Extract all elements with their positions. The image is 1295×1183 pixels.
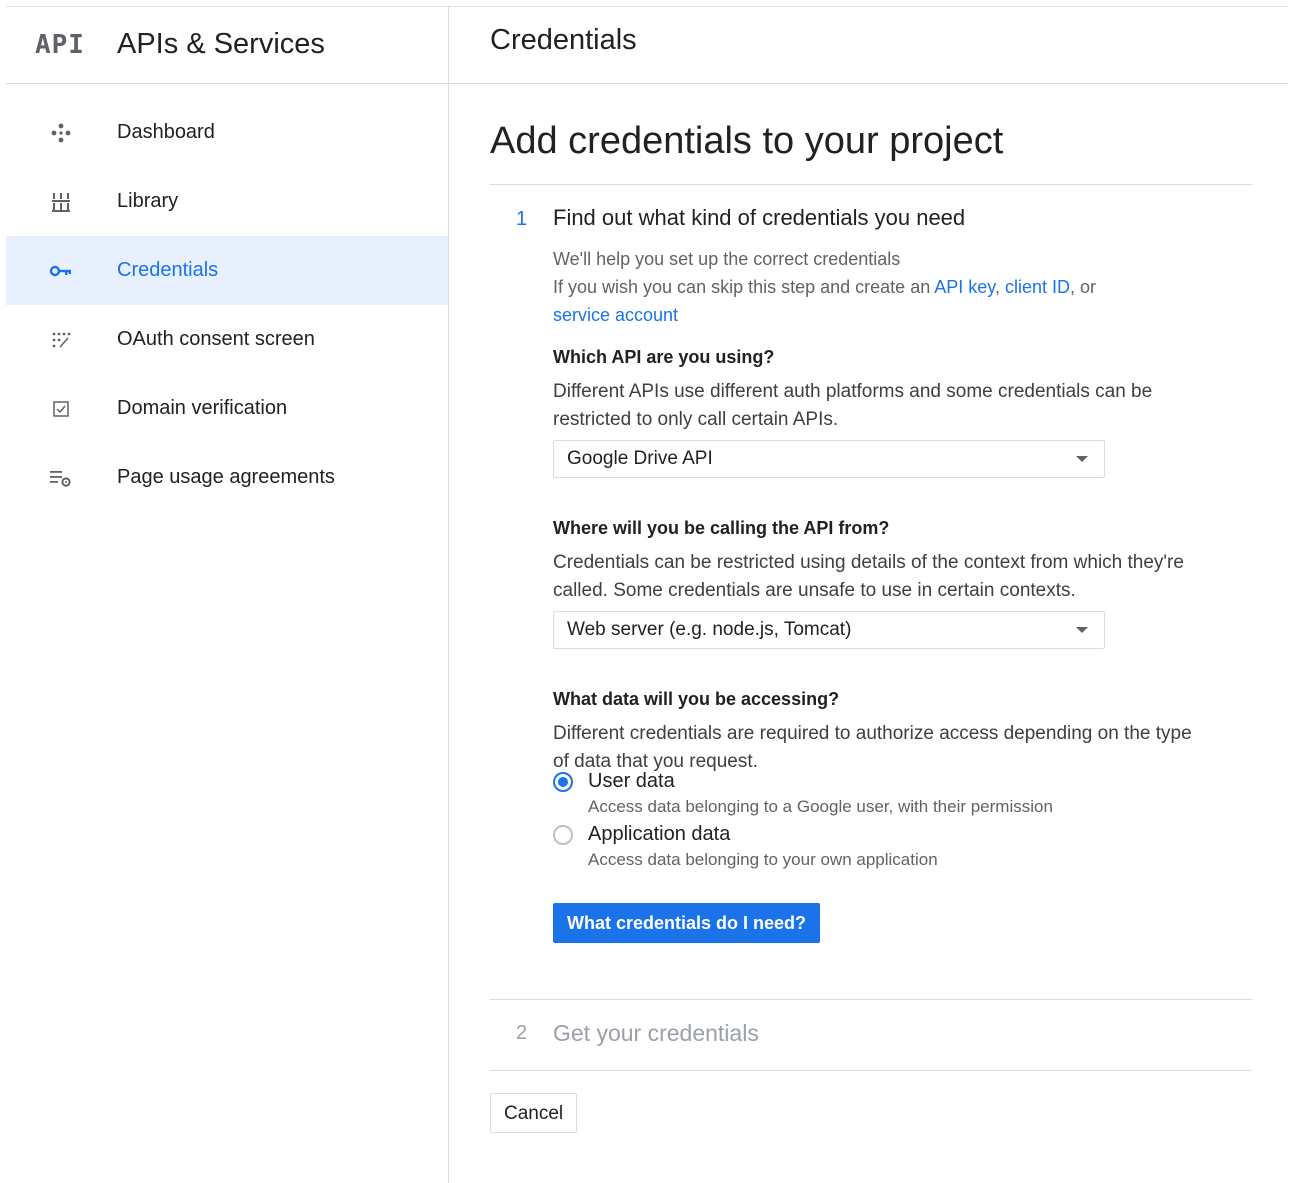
sidebar: API APIs & Services Dashboard Library Cr…	[6, 6, 449, 1183]
page-header-title: Credentials	[490, 24, 637, 56]
sidebar-item-label: Domain verification	[117, 397, 288, 419]
question-data-description: Different credentials are required to au…	[553, 723, 1192, 772]
step-body: We'll help you set up the correct creden…	[553, 245, 1193, 943]
step-2: 2 Get your credentials	[490, 1000, 1252, 1070]
step-title: Find out what kind of credentials you ne…	[553, 205, 966, 230]
radio-description: Access data belonging to a Google user, …	[588, 797, 1053, 816]
radio-application-data[interactable]: Application data	[553, 823, 1193, 846]
intro-text: If you wish you can skip this step and c…	[553, 277, 931, 297]
sidebar-item-library[interactable]: Library	[6, 167, 448, 236]
sidebar-item-label: Dashboard	[117, 121, 215, 143]
question-api: Which API are you using?	[553, 347, 775, 367]
sidebar-item-label: Credentials	[117, 259, 219, 281]
client-id-link[interactable]: client ID	[1005, 277, 1070, 297]
service-account-link[interactable]: service account	[553, 305, 678, 325]
platform-select-value: Web server (e.g. node.js, Tomcat)	[567, 619, 852, 640]
sidebar-title: APIs & Services	[117, 28, 325, 60]
question-api-description: Different APIs use different auth platfo…	[553, 381, 1153, 430]
cancel-button[interactable]: Cancel	[490, 1093, 578, 1133]
intro-or: , or	[1070, 277, 1097, 297]
sidebar-item-label: Library	[117, 190, 179, 212]
sidebar-header: API APIs & Services	[6, 6, 448, 84]
step-1: 1 Find out what kind of credentials you …	[490, 185, 1252, 943]
consent-icon	[49, 328, 73, 352]
library-icon	[49, 190, 73, 214]
sidebar-item-page-usage[interactable]: Page usage agreements	[6, 443, 448, 512]
dropdown-arrow-icon	[1076, 627, 1088, 633]
dropdown-arrow-icon	[1076, 456, 1088, 462]
page-title: Add credentials to your project	[490, 120, 1004, 162]
question-data: What data will you be accessing?	[553, 689, 840, 709]
sidebar-nav: Dashboard Library Credentials OAuth cons…	[6, 98, 448, 512]
sidebar-item-label: Page usage agreements	[117, 466, 335, 488]
data-type-radio-group: User data Access data belonging to a Goo…	[553, 770, 1193, 870]
sidebar-item-oauth-consent[interactable]: OAuth consent screen	[6, 305, 448, 374]
step-number: 1	[516, 208, 528, 230]
sidebar-item-dashboard[interactable]: Dashboard	[6, 98, 448, 167]
question-platform-description: Credentials can be restricted using deta…	[553, 552, 1184, 601]
api-key-link[interactable]: API key	[934, 277, 995, 297]
intro-line-2: If you wish you can skip this step and c…	[553, 277, 1097, 297]
sidebar-item-domain-verification[interactable]: Domain verification	[6, 374, 448, 443]
api-select-value: Google Drive API	[567, 448, 713, 469]
radio-button[interactable]	[553, 771, 573, 792]
radio-label: User data	[588, 770, 675, 792]
dashboard-icon	[49, 121, 73, 145]
radio-description: Access data belonging to your own applic…	[588, 850, 938, 869]
question-platform: Where will you be calling the API from?	[553, 518, 890, 538]
step-title: Get your credentials	[553, 1020, 759, 1046]
radio-button[interactable]	[553, 824, 573, 845]
api-select[interactable]: Google Drive API	[553, 440, 1105, 478]
platform-select[interactable]: Web server (e.g. node.js, Tomcat)	[553, 611, 1105, 649]
sidebar-item-credentials[interactable]: Credentials	[6, 236, 448, 305]
key-icon	[49, 259, 73, 283]
what-credentials-button[interactable]: What credentials do I need?	[553, 903, 821, 943]
step-number: 2	[516, 1022, 528, 1044]
checkbox-icon	[49, 397, 73, 421]
radio-user-data[interactable]: User data	[553, 770, 1193, 793]
page-header: Credentials	[449, 6, 1288, 84]
divider	[490, 1070, 1252, 1071]
sidebar-item-label: OAuth consent screen	[117, 328, 315, 350]
intro-line-1: We'll help you set up the correct creden…	[553, 249, 901, 269]
main-content: Add credentials to your project 1 Find o…	[490, 84, 1252, 1133]
radio-label: Application data	[588, 823, 731, 845]
api-logo: API	[35, 29, 85, 60]
settings-list-icon	[49, 466, 73, 490]
